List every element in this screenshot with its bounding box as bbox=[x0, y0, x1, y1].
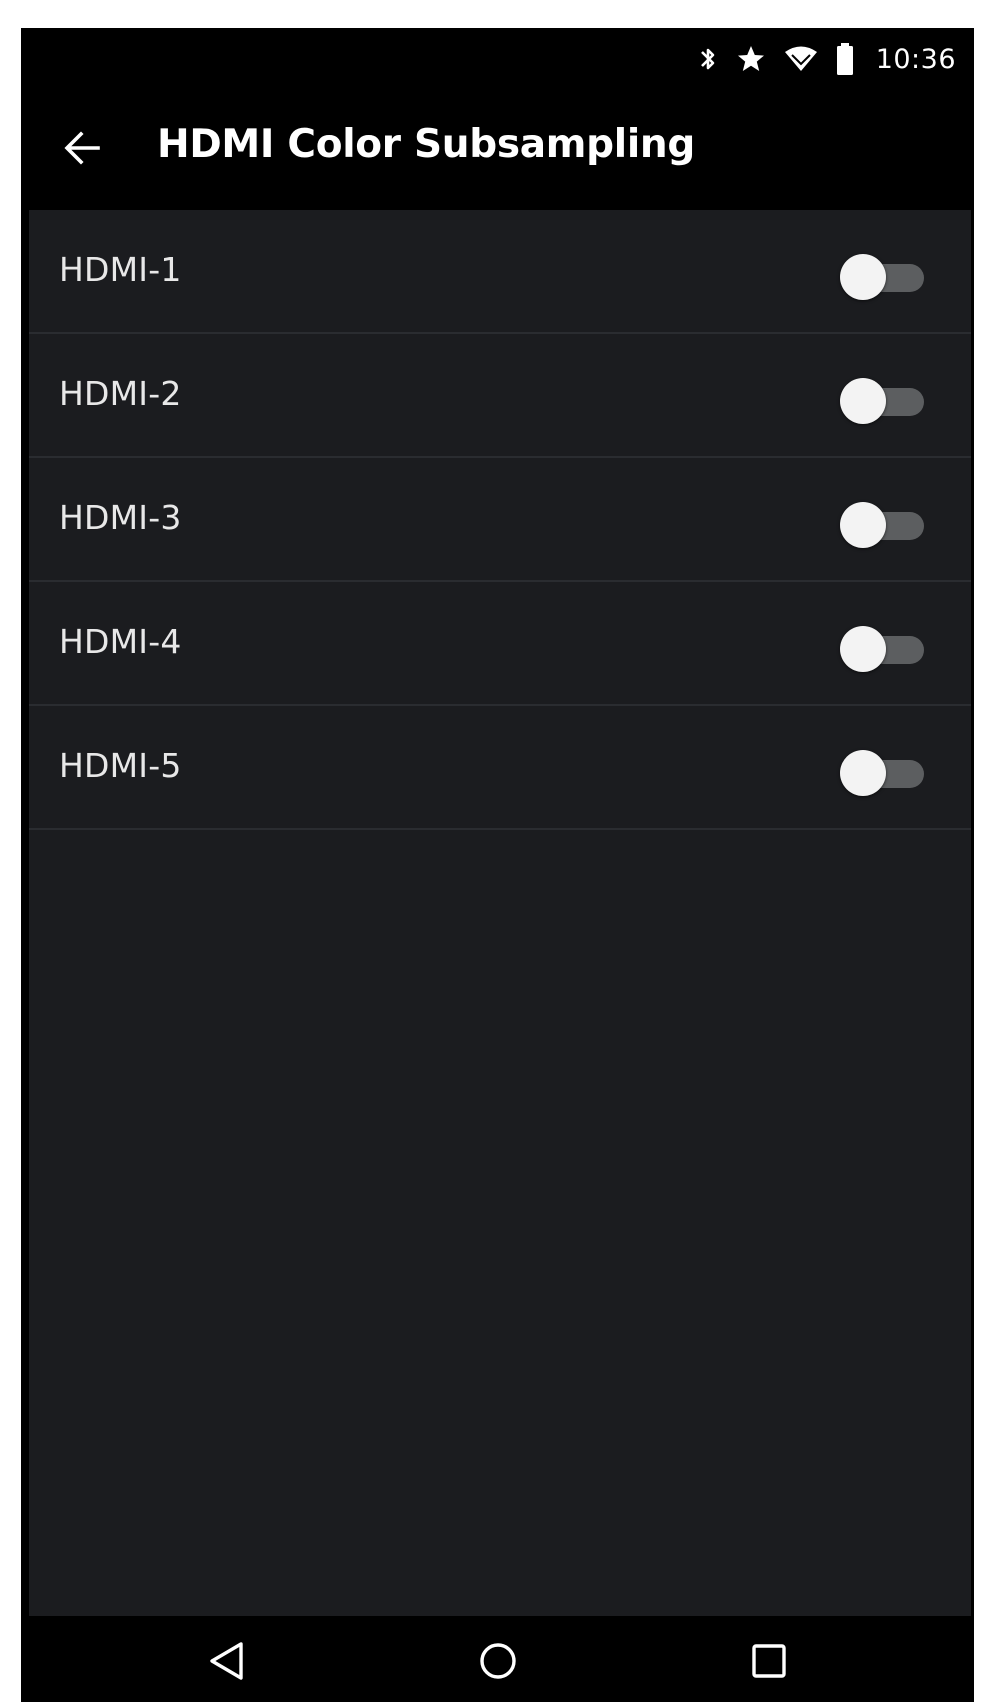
hdmi-2-toggle[interactable] bbox=[840, 378, 928, 424]
list-item-hdmi-1[interactable]: HDMI-1 bbox=[29, 210, 971, 334]
arrow-left-icon bbox=[64, 131, 100, 165]
back-button[interactable] bbox=[59, 124, 107, 172]
switch-thumb bbox=[840, 502, 886, 548]
hdmi-list: HDMI-1 HDMI-2 HDMI-3 HDMI-4 HDMI-5 bbox=[29, 210, 971, 830]
switch-thumb bbox=[840, 378, 886, 424]
back-triangle-icon bbox=[210, 1642, 243, 1680]
phone-screen: 10:36 HDMI Color Subsampling HDMI-1 HDMI… bbox=[21, 28, 974, 1702]
recents-square-icon bbox=[752, 1644, 786, 1678]
switch-thumb bbox=[840, 254, 886, 300]
status-icons: 10:36 bbox=[698, 42, 956, 76]
wifi-icon bbox=[784, 45, 818, 73]
list-item-hdmi-4[interactable]: HDMI-4 bbox=[29, 582, 971, 706]
list-item-hdmi-5[interactable]: HDMI-5 bbox=[29, 706, 971, 830]
hdmi-label: HDMI-1 bbox=[59, 250, 182, 289]
hdmi-5-toggle[interactable] bbox=[840, 750, 928, 796]
list-item-hdmi-3[interactable]: HDMI-3 bbox=[29, 458, 971, 582]
navigation-bar bbox=[21, 1616, 974, 1702]
hdmi-4-toggle[interactable] bbox=[840, 626, 928, 672]
nav-back-button[interactable] bbox=[202, 1636, 252, 1686]
home-circle-icon bbox=[480, 1643, 516, 1679]
settings-content: HDMI-1 HDMI-2 HDMI-3 HDMI-4 HDMI-5 bbox=[29, 210, 971, 1616]
page-title: HDMI Color Subsampling bbox=[157, 122, 695, 167]
hdmi-label: HDMI-2 bbox=[59, 374, 182, 413]
status-bar: 10:36 bbox=[21, 28, 974, 90]
hdmi-1-toggle[interactable] bbox=[840, 254, 928, 300]
star-icon bbox=[736, 44, 766, 74]
hdmi-label: HDMI-4 bbox=[59, 622, 182, 661]
list-item-hdmi-2[interactable]: HDMI-2 bbox=[29, 334, 971, 458]
nav-home-button[interactable] bbox=[473, 1636, 523, 1686]
switch-thumb bbox=[840, 750, 886, 796]
hdmi-label: HDMI-5 bbox=[59, 746, 182, 785]
nav-recents-button[interactable] bbox=[744, 1636, 794, 1686]
hdmi-3-toggle[interactable] bbox=[840, 502, 928, 548]
hdmi-label: HDMI-3 bbox=[59, 498, 182, 537]
switch-thumb bbox=[840, 626, 886, 672]
battery-icon bbox=[836, 43, 854, 75]
bluetooth-icon bbox=[698, 44, 718, 74]
app-bar: HDMI Color Subsampling bbox=[21, 90, 974, 208]
status-time: 10:36 bbox=[875, 43, 956, 75]
